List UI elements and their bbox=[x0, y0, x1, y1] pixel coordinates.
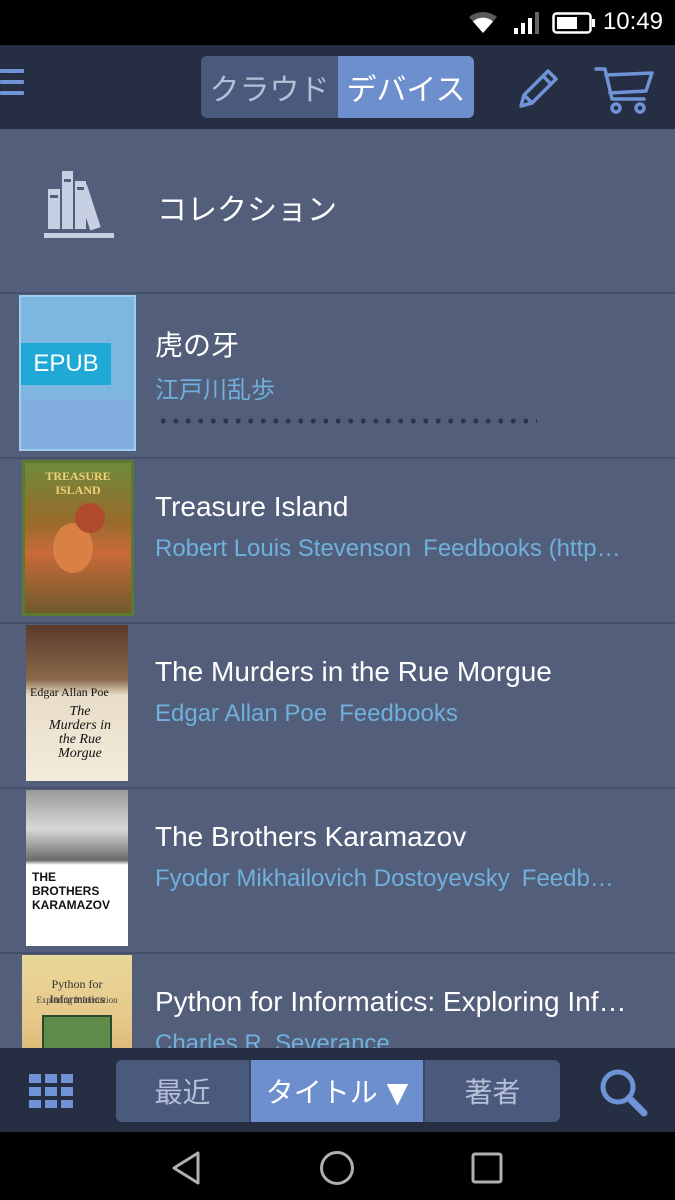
book-list: コレクション EPUB 虎の牙 江戸川乱歩 TREASURE ISLAND Tr… bbox=[0, 129, 675, 1048]
cover-title: THE BROTHERS KARAMAZOV bbox=[32, 870, 110, 912]
collection-label: コレクション bbox=[157, 193, 337, 228]
wifi-icon bbox=[469, 11, 497, 33]
book-cover: Edgar Allan Poe The Murders in the Rue M… bbox=[26, 625, 128, 781]
battery-icon bbox=[552, 12, 595, 34]
cover-title: TREASURE ISLAND bbox=[45, 469, 111, 497]
book-author: 江戸川乱歩 bbox=[155, 370, 655, 405]
cover-author: Edgar Allan Poe bbox=[30, 685, 109, 699]
book-cover: EPUB bbox=[19, 295, 136, 451]
publisher-name: Feedbooks bbox=[339, 700, 458, 727]
book-author: Robert Louis Stevenson Feedbooks (http… bbox=[155, 535, 655, 563]
author-name: Robert Louis Stevenson bbox=[155, 535, 412, 562]
book-cover: Python for Informatics Exploring Informa… bbox=[22, 955, 132, 1048]
home-icon[interactable] bbox=[317, 1148, 357, 1188]
book-title: Treasure Island bbox=[155, 491, 349, 522]
system-nav-bar bbox=[0, 1132, 675, 1200]
source-toggle: クラウド デバイス bbox=[201, 56, 474, 118]
shopping-cart-icon[interactable] bbox=[594, 63, 656, 115]
book-author: Fyodor Mikhailovich Dostoyevsky Feedb… bbox=[155, 865, 655, 893]
author-name: Edgar Allan Poe bbox=[155, 700, 328, 727]
book-cover: THE BROTHERS KARAMAZOV bbox=[26, 790, 128, 946]
book-row[interactable]: Python for Informatics Exploring Informa… bbox=[0, 954, 675, 1048]
tab-cloud[interactable]: クラウド bbox=[201, 56, 338, 118]
grid-view-icon[interactable] bbox=[29, 1074, 75, 1108]
collection-row[interactable]: コレクション bbox=[0, 129, 675, 294]
app-bar: クラウド デバイス bbox=[0, 45, 675, 129]
cover-subtitle: Exploring Information bbox=[36, 995, 118, 1005]
bottom-bar: 最近 タイトル ▼ 著者 bbox=[0, 1048, 675, 1132]
sort-title[interactable]: タイトル ▼ bbox=[251, 1060, 423, 1122]
back-icon[interactable] bbox=[168, 1148, 208, 1188]
sort-author[interactable]: 著者 bbox=[423, 1060, 560, 1122]
book-row[interactable]: EPUB 虎の牙 江戸川乱歩 bbox=[0, 294, 675, 459]
epub-badge: EPUB bbox=[21, 343, 111, 385]
book-title: The Brothers Karamazov bbox=[155, 821, 467, 852]
book-row[interactable]: TREASURE ISLAND Treasure Island Robert L… bbox=[0, 459, 675, 624]
search-icon[interactable] bbox=[596, 1066, 652, 1118]
book-row[interactable]: THE BROTHERS KARAMAZOV The Brothers Kara… bbox=[0, 789, 675, 954]
sort-recent[interactable]: 最近 bbox=[116, 1060, 251, 1122]
book-title: Python for Informatics: Exploring Inf… bbox=[155, 986, 627, 1017]
recents-icon[interactable] bbox=[467, 1148, 507, 1188]
status-bar: 10:49 bbox=[0, 0, 675, 45]
publisher-name: Feedbooks (http… bbox=[423, 535, 621, 562]
sort-toggle: 最近 タイトル ▼ 著者 bbox=[116, 1060, 560, 1122]
signal-icon bbox=[514, 12, 539, 34]
book-title: The Murders in the Rue Morgue bbox=[155, 656, 552, 687]
publisher-name: Feedb… bbox=[521, 865, 614, 892]
tab-device[interactable]: デバイス bbox=[338, 56, 474, 118]
book-row[interactable]: Edgar Allan Poe The Murders in the Rue M… bbox=[0, 624, 675, 789]
author-name: 江戸川乱歩 bbox=[155, 377, 275, 404]
hamburger-menu-icon[interactable] bbox=[0, 69, 26, 103]
book-title: 虎の牙 bbox=[155, 330, 240, 361]
status-time: 10:49 bbox=[602, 8, 663, 35]
pencil-icon[interactable] bbox=[512, 63, 564, 115]
book-author: Edgar Allan Poe Feedbooks bbox=[155, 700, 655, 728]
cover-title: The Murders in the Rue Morgue bbox=[48, 704, 112, 761]
book-cover: TREASURE ISLAND bbox=[22, 460, 134, 616]
author-name: Charles R. Severance bbox=[155, 1030, 390, 1048]
book-author: Charles R. Severance bbox=[155, 1030, 655, 1048]
reading-progress bbox=[157, 418, 537, 424]
bookshelf-icon bbox=[44, 171, 114, 238]
author-name: Fyodor Mikhailovich Dostoyevsky bbox=[155, 865, 510, 892]
